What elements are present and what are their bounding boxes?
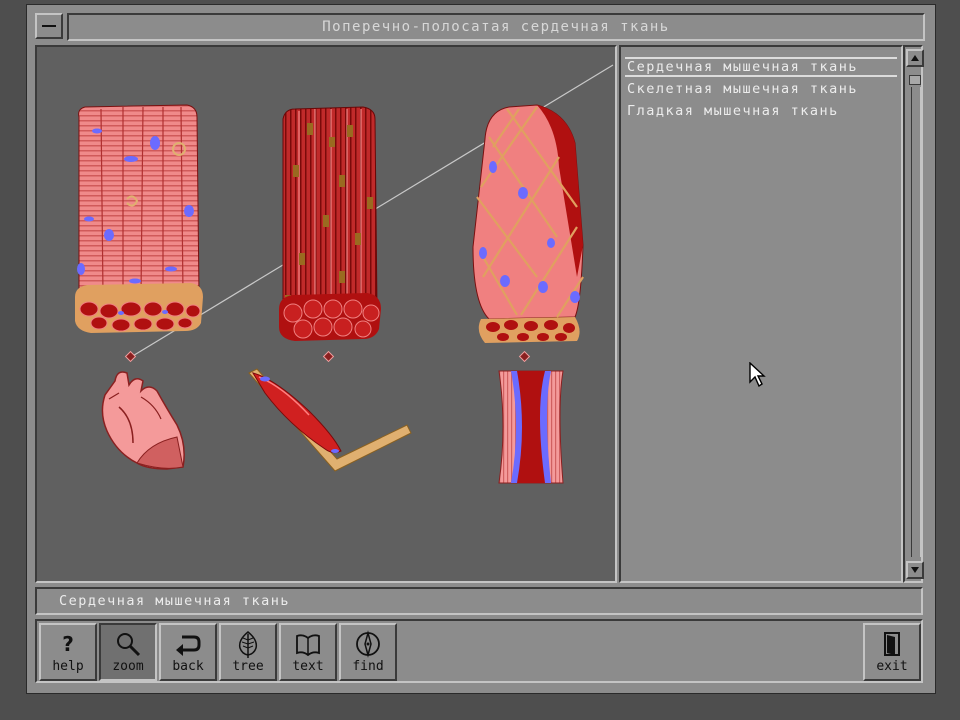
tree-button[interactable]: tree (219, 623, 277, 681)
vessel-figure[interactable] (498, 370, 564, 484)
zoom-button[interactable]: zoom (99, 623, 157, 681)
find-button[interactable]: find (339, 623, 397, 681)
list-item-skeletal[interactable]: Скелетная мышечная ткань (625, 79, 897, 99)
magnifier-icon (101, 631, 155, 657)
arrow-down-icon (911, 567, 919, 573)
leaf-icon (221, 631, 275, 658)
help-button[interactable]: ? help (39, 623, 97, 681)
text-button[interactable]: text (279, 623, 337, 681)
list-scrollbar[interactable] (903, 45, 924, 583)
marker-skeletal[interactable] (322, 350, 335, 363)
scroll-up-button[interactable] (906, 49, 924, 67)
question-icon: ? (62, 632, 74, 656)
system-menu-button[interactable] (35, 13, 63, 39)
exit-button[interactable]: exit (863, 623, 921, 681)
scroll-down-button[interactable] (906, 561, 924, 579)
illustration-view[interactable] (35, 45, 617, 583)
toolbar: ? help zoom back tree text find exit (35, 619, 923, 683)
compass-icon (341, 630, 395, 658)
scroll-track[interactable] (911, 87, 921, 557)
app-window: Поперечно-полосатая сердечная ткань Серд… (26, 4, 936, 694)
back-button[interactable]: back (159, 623, 217, 681)
window-title: Поперечно-полосатая сердечная ткань (67, 13, 925, 41)
back-arrow-icon (161, 631, 215, 657)
muscle-tissue-illustration (75, 64, 614, 484)
list-item-cardiac[interactable]: Сердечная мышечная ткань (625, 57, 897, 77)
tissue-list[interactable]: Сердечная мышечная ткань Скелетная мышеч… (619, 45, 903, 583)
heart-figure[interactable] (101, 371, 185, 470)
status-bar: Сердечная мышечная ткань (35, 587, 923, 615)
mouse-cursor-icon (749, 362, 766, 388)
door-icon (865, 631, 919, 657)
cardiac-tissue-figure[interactable] (75, 104, 203, 333)
limb-muscle-figure[interactable] (248, 368, 412, 472)
skeletal-tissue-figure[interactable] (279, 106, 381, 341)
marker-smooth[interactable] (518, 350, 531, 363)
list-item-smooth[interactable]: Гладкая мышечная ткань (625, 101, 897, 121)
smooth-tissue-figure[interactable] (472, 104, 584, 343)
book-icon (281, 631, 335, 657)
arrow-up-icon (911, 55, 919, 61)
minimize-icon (42, 25, 56, 27)
marker-cardiac[interactable] (124, 350, 137, 363)
scroll-thumb[interactable] (909, 75, 921, 85)
